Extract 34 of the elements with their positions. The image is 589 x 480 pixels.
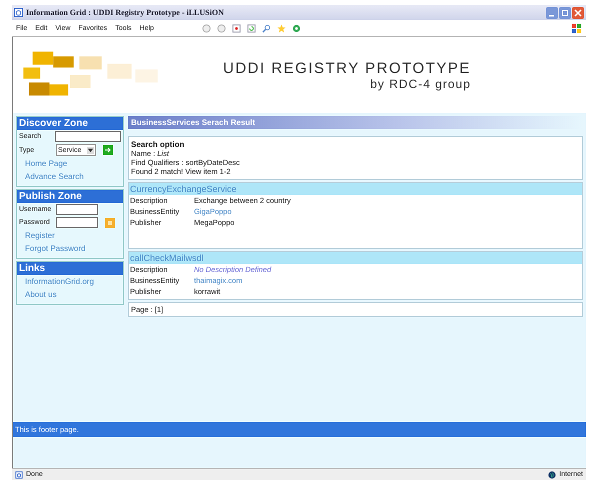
maximize-button[interactable] bbox=[559, 6, 571, 18]
refresh-icon[interactable] bbox=[246, 24, 256, 32]
service-title-link[interactable]: CurrencyExchangeService bbox=[129, 183, 582, 195]
site-subtitle: by RDC-4 group bbox=[370, 76, 471, 90]
zone-heading: Discover Zone bbox=[17, 117, 123, 130]
sidebar-link[interactable]: Advance Search bbox=[17, 170, 123, 183]
search-field[interactable] bbox=[55, 131, 121, 142]
close-button[interactable] bbox=[572, 6, 584, 18]
sidebar-link[interactable]: About us bbox=[17, 288, 123, 301]
browser-icon bbox=[14, 8, 23, 17]
search-icon[interactable] bbox=[262, 24, 271, 32]
sidebar-link[interactable]: Register bbox=[17, 229, 123, 242]
globe-icon bbox=[548, 470, 556, 478]
site-title: UDDI REGISTRY PROTOTYPE bbox=[223, 60, 471, 76]
search-option-title: Search option bbox=[131, 140, 186, 149]
star-icon[interactable] bbox=[276, 24, 286, 32]
window-title: Information Grid : UDDI Registry Prototype - iLLUSiON bbox=[26, 8, 225, 17]
zone-heading: Links bbox=[17, 262, 123, 275]
service-title-link[interactable]: callCheckMailwsdl bbox=[129, 252, 582, 264]
caret-icon bbox=[87, 146, 94, 154]
password-field[interactable] bbox=[56, 217, 98, 228]
zone-heading: Publish Zone bbox=[17, 190, 123, 203]
go-arrow-icon[interactable] bbox=[103, 145, 114, 155]
username-field[interactable] bbox=[56, 204, 98, 215]
media-icon[interactable] bbox=[292, 24, 301, 32]
minimize-button[interactable] bbox=[546, 6, 558, 18]
page-icon bbox=[15, 470, 23, 478]
stop-icon[interactable] bbox=[232, 24, 241, 32]
windows-logo-icon bbox=[571, 22, 582, 34]
back-icon[interactable] bbox=[202, 24, 211, 32]
sidebar-link[interactable]: Home Page bbox=[17, 157, 123, 170]
forward-icon[interactable] bbox=[216, 24, 226, 32]
sidebar-link[interactable]: InformationGrid.org bbox=[17, 275, 123, 288]
sidebar-link[interactable]: Forgot Password bbox=[17, 242, 123, 255]
